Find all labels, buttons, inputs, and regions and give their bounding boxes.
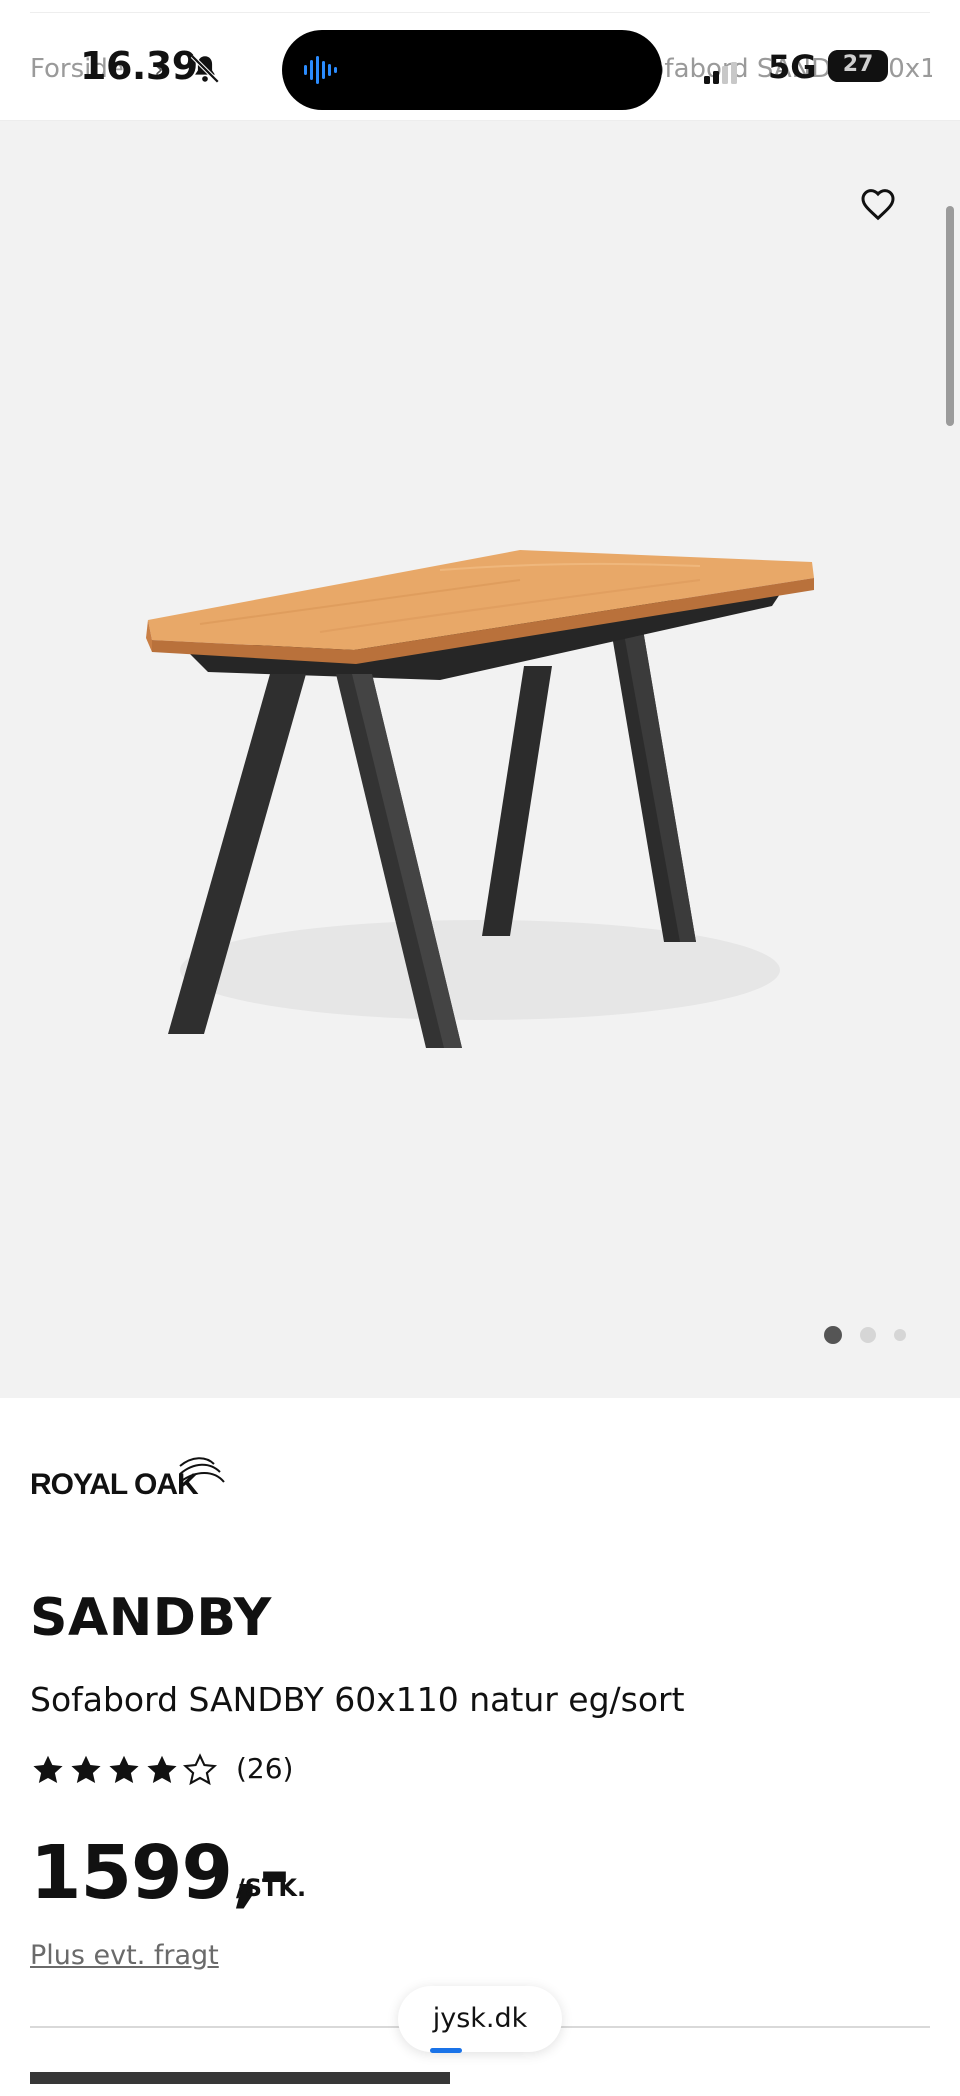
brand-logo-text: ROYAL OAK xyxy=(30,1468,199,1501)
audio-wave-icon xyxy=(304,56,337,84)
price-value: 1599,- xyxy=(30,1830,290,1916)
price-unit: /STK. xyxy=(236,1874,307,1902)
scrollbar-thumb[interactable] xyxy=(946,206,954,426)
gallery-pagination[interactable] xyxy=(824,1326,914,1346)
battery-icon: 27 xyxy=(828,50,888,82)
battery-level: 27 xyxy=(842,52,874,77)
page-load-progress xyxy=(430,2048,462,2053)
top-divider xyxy=(30,12,930,13)
next-section-heading-cropped xyxy=(30,2066,450,2096)
pagination-dot-active[interactable] xyxy=(824,1326,842,1344)
brand-logo[interactable]: ROYAL OAK xyxy=(30,1448,230,1508)
star-filled-icon xyxy=(33,1755,63,1784)
status-indicators: 5G 27 xyxy=(700,44,930,94)
bell-slash-icon xyxy=(190,54,220,84)
heart-icon xyxy=(861,189,895,221)
product-description: Sofabord SANDBY 60x110 natur eg/sort xyxy=(30,1680,685,1719)
star-filled-icon xyxy=(147,1755,177,1784)
pagination-dot[interactable] xyxy=(860,1327,876,1343)
dynamic-island xyxy=(282,30,662,110)
network-label: 5G xyxy=(768,48,817,86)
top-bar: Forside › Sofabord SANDBY 60x110 16.39 5… xyxy=(0,0,960,121)
star-filled-icon xyxy=(71,1755,101,1784)
product-image[interactable] xyxy=(140,540,820,1100)
rating-count[interactable]: (26) xyxy=(236,1752,293,1785)
price: 1599,- /STK. xyxy=(30,1830,430,1920)
product-title: SANDBY xyxy=(30,1588,272,1648)
product-gallery[interactable] xyxy=(0,120,960,1398)
browser-url-bar[interactable]: jysk.dk xyxy=(398,1986,562,2053)
star-filled-icon xyxy=(109,1755,139,1784)
favorite-button[interactable] xyxy=(854,180,902,228)
status-time: 16.39 xyxy=(80,44,198,88)
shipping-link[interactable]: Plus evt. fragt xyxy=(30,1940,219,1971)
star-empty-icon xyxy=(182,1753,218,1786)
rating[interactable]: (26) xyxy=(30,1752,330,1792)
pagination-dot[interactable] xyxy=(894,1329,906,1341)
signal-icon xyxy=(704,62,737,84)
url-text[interactable]: jysk.dk xyxy=(433,2003,528,2034)
